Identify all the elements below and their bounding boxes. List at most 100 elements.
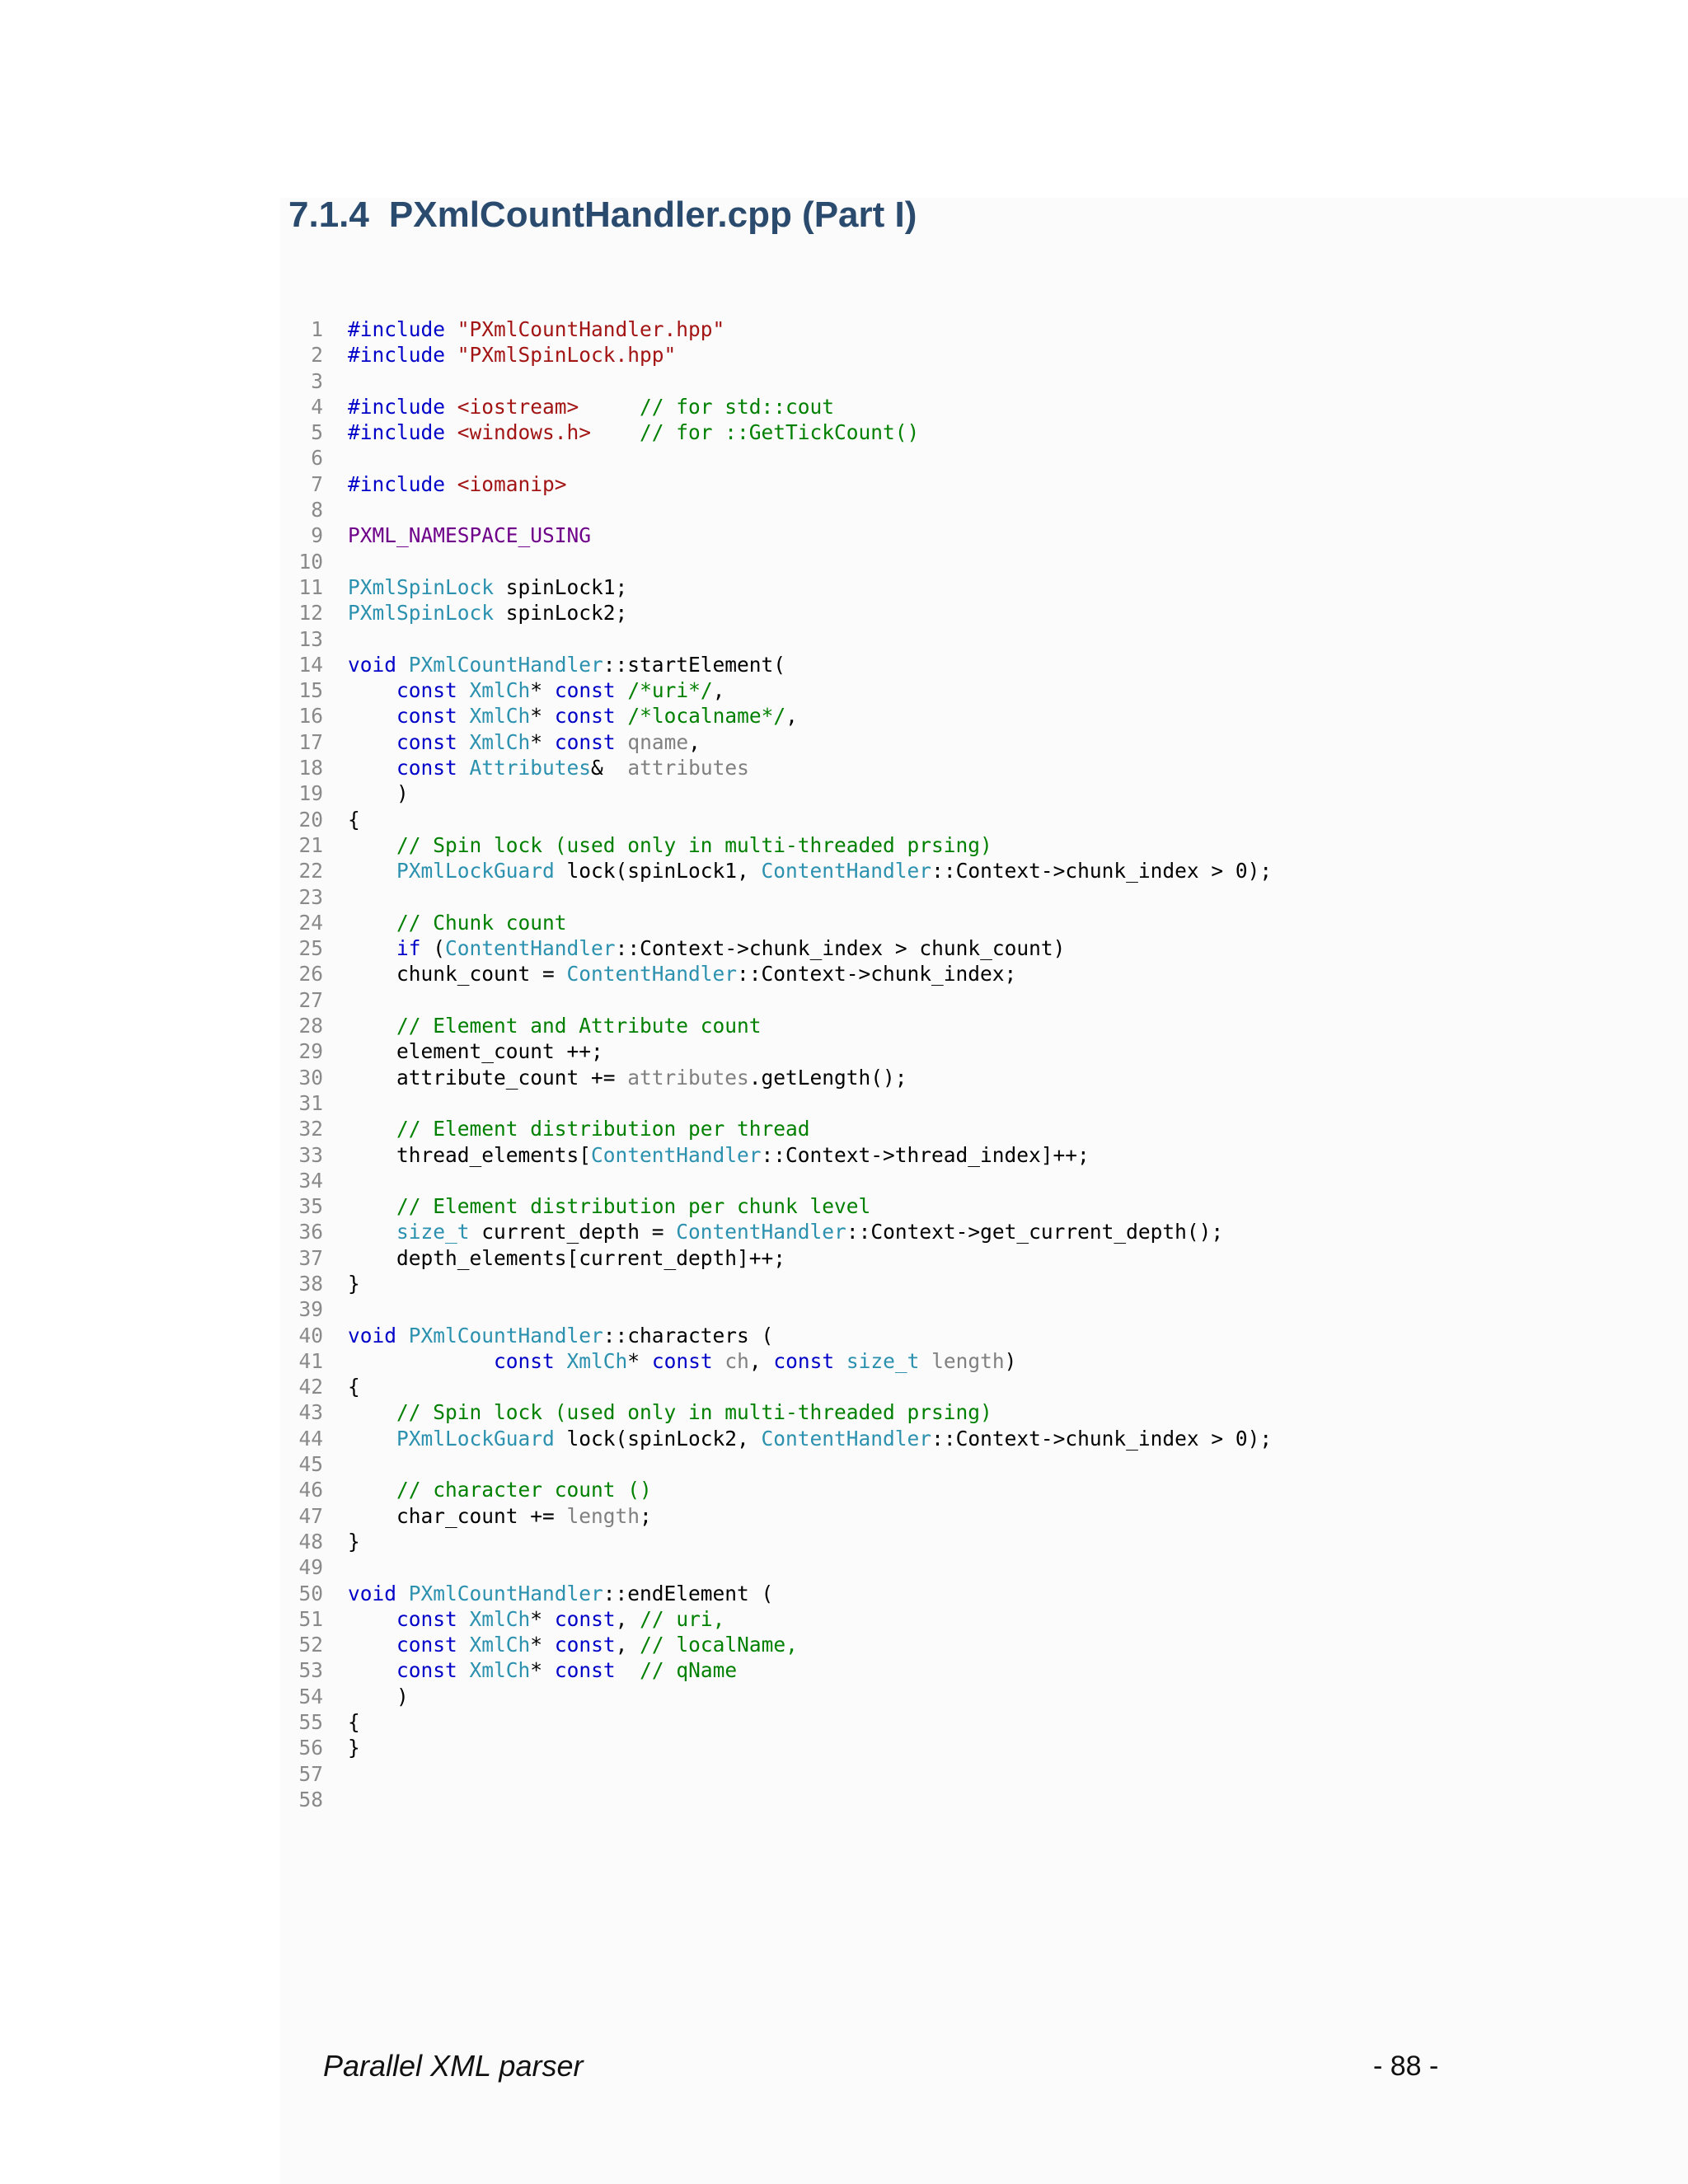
- code-line: 19 ): [297, 780, 1272, 806]
- code-parameter: ch: [724, 1348, 749, 1373]
- line-number: 3: [311, 368, 323, 393]
- code-text: ): [1004, 1348, 1017, 1373]
- code-type: PXmlCountHandler: [408, 1323, 603, 1347]
- line-number: 58: [298, 1787, 323, 1811]
- line-number: 26: [298, 962, 323, 987]
- code-line: 54 ): [297, 1684, 1272, 1709]
- code-keyword: void: [348, 1323, 409, 1347]
- code-comment: // for std::cout: [640, 394, 835, 419]
- code-line: 20 {: [297, 807, 1272, 832]
- line-number: 18: [298, 756, 323, 780]
- code-text: spinLock1;: [494, 574, 628, 599]
- code-line: 42 {: [297, 1374, 1272, 1399]
- code-text: ,: [688, 729, 701, 754]
- code-line: 46 // character count (): [297, 1477, 1272, 1502]
- line-number: 43: [298, 1400, 323, 1425]
- code-text: *: [530, 1633, 555, 1657]
- code-string: "PXmlCountHandler.hpp": [457, 317, 725, 341]
- code-parameter: qname: [627, 729, 689, 754]
- code-text: lock(spinLock1,: [554, 859, 762, 883]
- line-number: 47: [298, 1503, 323, 1528]
- code-comment: // Spin lock (used only in multi-threade…: [396, 1400, 992, 1425]
- code-line: 34: [297, 1168, 1272, 1193]
- code-type: ContentHandler: [445, 936, 616, 961]
- code-keyword: #include: [348, 317, 457, 341]
- section-number: 7.1.4: [288, 194, 369, 235]
- code-text: &: [591, 756, 628, 780]
- code-line: 18 const Attributes& attributes: [297, 755, 1272, 780]
- code-text: ;: [640, 1503, 652, 1528]
- code-keyword: const: [396, 1633, 470, 1657]
- code-line: 13: [297, 626, 1272, 652]
- code-comment: // Element distribution per chunk level: [396, 1194, 871, 1219]
- line-number: 41: [298, 1348, 323, 1373]
- code-text: {: [348, 1375, 360, 1399]
- code-text: ::Context->get_current_depth();: [846, 1220, 1224, 1244]
- code-comment: // Element and Attribute count: [396, 1014, 762, 1038]
- code-line: 58: [297, 1787, 1272, 1812]
- line-number: 13: [298, 626, 323, 651]
- code-line: 14 void PXmlCountHandler::startElement(: [297, 652, 1272, 677]
- code-line: 7 #include <iomanip>: [297, 471, 1272, 497]
- code-keyword: const: [554, 1606, 616, 1631]
- code-line: 48}: [297, 1529, 1272, 1554]
- line-number: 22: [298, 859, 323, 883]
- line-number: 8: [311, 498, 323, 523]
- code-line: 32 // Element distribution per thread: [297, 1116, 1272, 1141]
- code-line: 11 PXmlSpinLock spinLock1;: [297, 574, 1272, 600]
- line-number: 31: [298, 1090, 323, 1115]
- code-string: "PXmlSpinLock.hpp": [457, 343, 677, 368]
- line-number: 34: [298, 1168, 323, 1193]
- code-keyword: const: [396, 756, 470, 780]
- code-text: *: [530, 1606, 555, 1631]
- code-line: 31: [297, 1090, 1272, 1116]
- code-type: PXmlLockGuard: [396, 859, 555, 883]
- code-type: PXmlSpinLock: [348, 601, 495, 626]
- code-line: 57: [297, 1761, 1272, 1787]
- line-number: 37: [298, 1245, 323, 1270]
- code-keyword: void: [348, 652, 409, 677]
- code-keyword: #include: [348, 471, 457, 496]
- line-number: 28: [298, 1014, 323, 1038]
- code-parameter: length: [566, 1503, 640, 1528]
- code-type: ContentHandler: [761, 1426, 932, 1451]
- line-number: 6: [311, 446, 323, 471]
- code-parameter: attributes: [627, 756, 749, 780]
- line-number: 45: [298, 1452, 323, 1477]
- code-text: .getLength();: [748, 1065, 907, 1090]
- line-number: 23: [298, 884, 323, 909]
- code-keyword: const: [396, 1606, 470, 1631]
- code-keyword: const: [554, 1633, 616, 1657]
- section-heading: 7.1.4 PXmlCountHandler.cpp (Part I): [288, 194, 917, 236]
- code-text: {: [348, 807, 360, 832]
- code-comment: // Chunk count: [396, 910, 567, 935]
- code-line: 53 const XmlCh* const // qName: [297, 1657, 1272, 1683]
- code-type: XmlCh: [469, 1658, 531, 1683]
- code-line: 27: [297, 987, 1272, 1013]
- code-type: ContentHandler: [566, 962, 738, 987]
- code-line: 1 #include "PXmlCountHandler.hpp": [297, 316, 1272, 342]
- code-line: 29 element_count ++;: [297, 1038, 1272, 1064]
- line-number: 54: [298, 1684, 323, 1708]
- line-number: 21: [298, 832, 323, 857]
- code-comment: // qName: [640, 1658, 738, 1683]
- code-text: }: [348, 1271, 360, 1296]
- code-line: 26 chunk_count = ContentHandler::Context…: [297, 961, 1272, 987]
- line-number: 2: [311, 343, 323, 368]
- code-line: 9 PXML_NAMESPACE_USING: [297, 523, 1272, 548]
- line-number: 42: [298, 1375, 323, 1399]
- code-line: 30 attribute_count += attributes.getLeng…: [297, 1065, 1272, 1090]
- line-number: 56: [298, 1736, 323, 1760]
- code-keyword: const: [396, 704, 470, 729]
- code-line: 39: [297, 1296, 1272, 1322]
- code-text: ::Context->thread_index]++;: [761, 1142, 1090, 1167]
- code-line: 55 {: [297, 1709, 1272, 1735]
